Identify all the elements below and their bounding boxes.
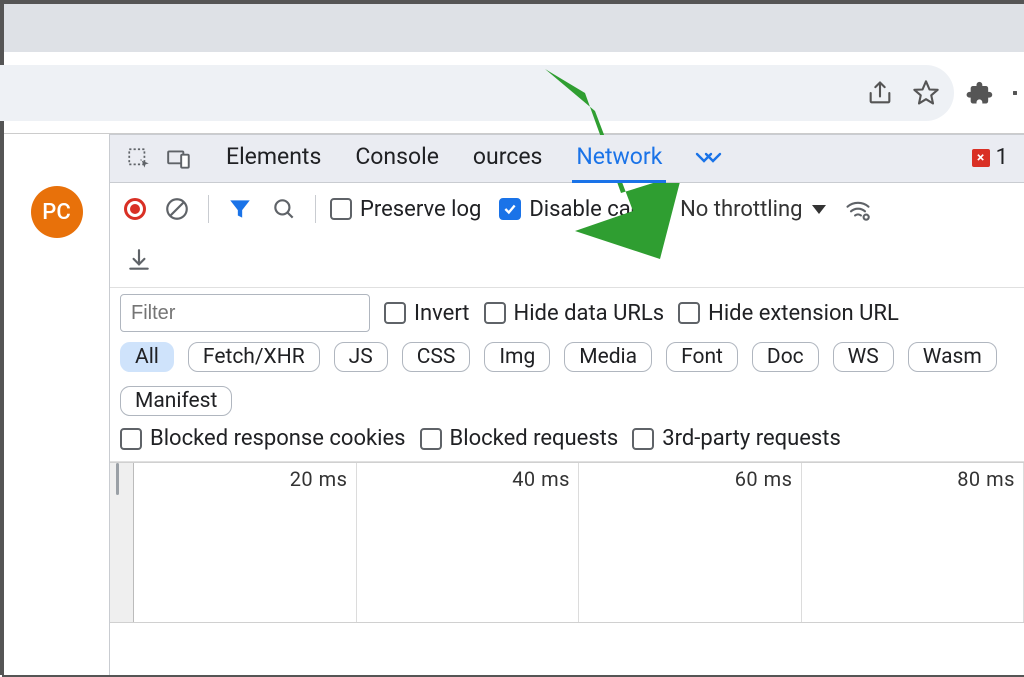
inspect-element-icon[interactable] — [122, 142, 156, 176]
record-button[interactable] — [120, 194, 150, 224]
blocked-response-cookies-checkbox[interactable]: Blocked response cookies — [120, 426, 406, 451]
tab-console[interactable]: Console — [351, 135, 443, 183]
hide-extension-urls-checkbox[interactable]: Hide extension URL — [678, 301, 899, 326]
avatar-initials: PC — [42, 200, 70, 225]
filter-icon[interactable] — [223, 192, 257, 226]
disable-cache-label: Disable cache — [529, 197, 666, 222]
filter-input[interactable] — [120, 294, 370, 332]
timeline-tick-4: 80 ms — [957, 467, 1015, 491]
chevron-down-icon — [812, 205, 826, 214]
star-icon[interactable] — [912, 79, 940, 107]
error-count-badge[interactable]: × 1 — [972, 145, 1008, 170]
more-tabs-icon[interactable] — [694, 147, 724, 171]
address-bar[interactable] — [0, 65, 954, 121]
timeline-tick-3: 60 ms — [735, 467, 793, 491]
blocked-response-cookies-label: Blocked response cookies — [150, 426, 406, 451]
timeline-tick-2: 40 ms — [512, 467, 570, 491]
hide-extension-urls-label: Hide extension URL — [708, 301, 899, 326]
devtools-panel: Elements Console ources Network × 1 — [109, 134, 1024, 675]
hide-data-urls-checkbox[interactable]: Hide data URLs — [484, 301, 665, 326]
download-har-icon[interactable] — [122, 243, 1014, 277]
extensions-icon[interactable] — [966, 79, 994, 107]
avatar[interactable]: PC — [31, 186, 83, 238]
filter-type-js[interactable]: JS — [334, 342, 388, 372]
filter-type-fetch-xhr[interactable]: Fetch/XHR — [188, 342, 320, 372]
filter-type-manifest[interactable]: Manifest — [120, 386, 232, 416]
search-icon[interactable] — [267, 192, 301, 226]
third-party-requests-checkbox[interactable]: 3rd-party requests — [632, 426, 841, 451]
filter-type-ws[interactable]: WS — [833, 342, 894, 372]
network-timeline-overview[interactable]: 20 ms 40 ms 60 ms 80 ms — [110, 462, 1024, 622]
error-icon: × — [972, 149, 990, 167]
throttling-select[interactable]: No throttling — [680, 197, 826, 222]
filter-type-doc[interactable]: Doc — [752, 342, 819, 372]
filter-type-all[interactable]: All — [120, 342, 174, 372]
browser-tab-strip-placeholder — [4, 4, 1024, 52]
clear-icon[interactable] — [160, 192, 194, 226]
filter-type-css[interactable]: CSS — [402, 342, 471, 372]
devtools-tabstrip: Elements Console ources Network × 1 — [110, 135, 1024, 183]
filter-type-img[interactable]: Img — [484, 342, 550, 372]
blocked-requests-checkbox[interactable]: Blocked requests — [420, 426, 619, 451]
hide-data-urls-label: Hide data URLs — [514, 301, 665, 326]
network-filterbar: Invert Hide data URLs Hide extension URL… — [110, 288, 1024, 462]
tab-sources[interactable]: ources — [469, 135, 546, 183]
disable-cache-checkbox[interactable]: Disable cache — [499, 197, 666, 222]
filter-type-font[interactable]: Font — [666, 342, 738, 372]
share-icon[interactable] — [866, 79, 894, 107]
network-main-toolbar: Preserve log Disable cache No throttling — [110, 183, 1024, 288]
browser-toolbar — [4, 52, 1024, 134]
device-toolbar-icon[interactable] — [162, 142, 196, 176]
third-party-requests-label: 3rd-party requests — [662, 426, 841, 451]
blocked-requests-label: Blocked requests — [450, 426, 619, 451]
filter-type-wasm[interactable]: Wasm — [908, 342, 997, 372]
separator — [315, 195, 316, 223]
tab-elements[interactable]: Elements — [222, 135, 325, 183]
throttling-value: No throttling — [680, 197, 802, 222]
network-conditions-icon[interactable] — [840, 191, 876, 227]
invert-checkbox[interactable]: Invert — [384, 301, 470, 326]
timeline-tick-1: 20 ms — [290, 467, 348, 491]
preserve-log-checkbox[interactable]: Preserve log — [330, 197, 481, 222]
error-count: 1 — [996, 145, 1008, 170]
separator — [208, 195, 209, 223]
network-table-header-placeholder — [110, 622, 1024, 646]
filter-type-media[interactable]: Media — [564, 342, 652, 372]
invert-label: Invert — [414, 301, 470, 326]
page-left-edge: PC — [4, 134, 109, 675]
tab-network[interactable]: Network — [572, 135, 666, 183]
profile-icon[interactable] — [1012, 79, 1018, 107]
preserve-log-label: Preserve log — [360, 197, 481, 222]
